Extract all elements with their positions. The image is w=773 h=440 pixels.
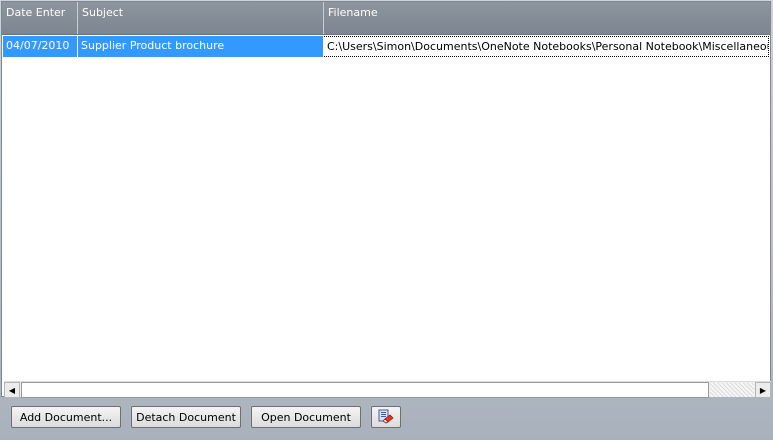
- document-toolbar: Add Document... Detach Document Open Doc…: [0, 397, 773, 440]
- documents-eraser-icon: [377, 409, 395, 425]
- documents-grid[interactable]: Date Enter Subject Filename 04/07/2010 S…: [1, 1, 771, 398]
- add-document-button[interactable]: Add Document...: [11, 406, 121, 428]
- cell-filename[interactable]: C:\Users\Simon\Documents\OneNote Noteboo…: [324, 36, 769, 57]
- table-row[interactable]: 04/07/2010 Supplier Product brochure C:\…: [3, 36, 770, 57]
- cell-subject[interactable]: Supplier Product brochure: [78, 36, 324, 57]
- column-header-date-enter[interactable]: Date Enter: [2, 2, 78, 34]
- column-header-subject[interactable]: Subject: [78, 2, 324, 34]
- scroll-thumb[interactable]: [21, 382, 709, 398]
- document-attachments-panel: Date Enter Subject Filename 04/07/2010 S…: [0, 0, 773, 440]
- horizontal-scrollbar[interactable]: ◀ ▶: [4, 381, 771, 398]
- open-document-button[interactable]: Open Document: [251, 406, 361, 428]
- scroll-right-icon[interactable]: ▶: [755, 382, 771, 398]
- detach-document-button[interactable]: Detach Document: [131, 406, 241, 428]
- scroll-left-icon[interactable]: ◀: [4, 382, 20, 398]
- column-header-filename[interactable]: Filename: [324, 2, 770, 34]
- clear-documents-button[interactable]: [371, 406, 401, 428]
- grid-header: Date Enter Subject Filename: [2, 2, 770, 35]
- cell-date-enter[interactable]: 04/07/2010: [3, 36, 78, 57]
- scroll-track[interactable]: [710, 383, 754, 397]
